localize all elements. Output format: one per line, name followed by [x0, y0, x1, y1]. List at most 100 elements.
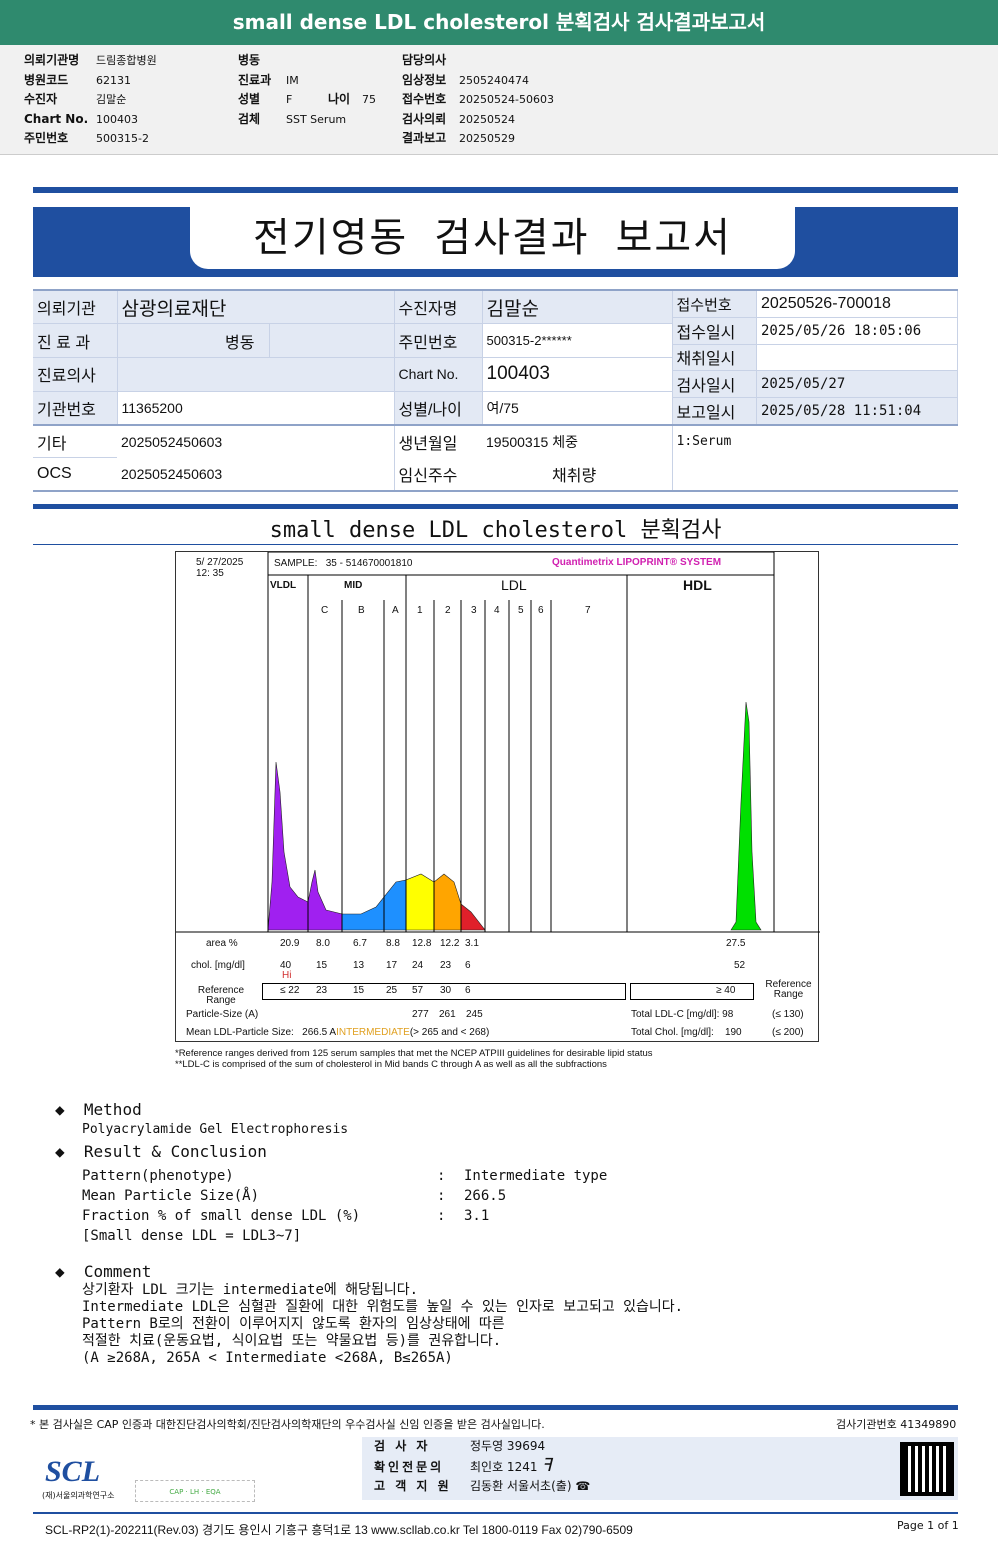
- label: 검체: [238, 111, 261, 126]
- page-number: Page 1 of 1: [897, 1519, 959, 1532]
- phone-icon: ☎: [575, 1479, 591, 1493]
- total-ldl-ref: (≤ 130): [772, 1009, 804, 1020]
- ward-value: [269, 323, 395, 358]
- accreditation-logos: CAP · LH · EQA: [135, 1480, 255, 1502]
- group-hdl: HDL: [683, 577, 712, 593]
- label: 임신주수: [394, 457, 482, 492]
- age-label: 나이: [328, 92, 351, 106]
- area-value: 3.1: [465, 938, 479, 949]
- collection-datetime: [756, 344, 958, 372]
- chol-value: 17: [386, 960, 398, 971]
- patient-name: 김말순: [482, 290, 673, 325]
- fraction-peak: [730, 701, 762, 931]
- area_hdl-value: 27.5: [726, 938, 746, 949]
- label: 주민번호: [24, 131, 69, 145]
- sample-id: 35 - 514670001810: [325, 558, 413, 569]
- divider: [33, 1512, 958, 1514]
- value: F: [286, 93, 293, 106]
- qr-code-icon[interactable]: [900, 1442, 954, 1496]
- run-time: 12: 35: [196, 568, 224, 579]
- age-value: 75: [362, 93, 376, 106]
- label: 접수번호: [402, 92, 447, 106]
- value: 김말순: [96, 93, 127, 106]
- total-chol-value: 190: [724, 1027, 742, 1038]
- label: Chart No.: [394, 357, 483, 392]
- total-chol-ref: (≤ 200): [772, 1027, 804, 1038]
- chol-value: 6: [465, 960, 471, 971]
- label: 보고일시: [672, 397, 757, 424]
- particle-size-label: Particle-Size (A): [186, 1009, 259, 1020]
- divider: [33, 187, 958, 193]
- label: 병동: [238, 53, 261, 67]
- institution-number: 11365200: [117, 391, 395, 426]
- label: 병동: [117, 323, 270, 358]
- info-col-1: 의뢰기관명 드림종합병원 병원코드 62131 수진자 김말순 Chart No. 10…: [24, 51, 157, 149]
- divider: [33, 504, 958, 509]
- label: Chart No.: [24, 111, 89, 126]
- value: 20250524-50603: [459, 93, 554, 106]
- etc-value: 2025052450603: [117, 424, 395, 458]
- ocs-value: 2025052450603: [117, 457, 395, 492]
- doctor-value: [117, 357, 395, 392]
- label: 생년월일: [398, 435, 458, 453]
- lipoprint-chart: 5/ 27/2025 12: 35 SAMPLE: 35 - 5146700018…: [175, 551, 820, 1042]
- run-date: 5/ 27/2025: [196, 557, 244, 568]
- result-label: Pattern(phenotype): [82, 1168, 234, 1184]
- mean-size-class: INTERMEDIATE: [336, 1027, 410, 1038]
- label: 검사일시: [672, 370, 757, 398]
- receipt-dates-block: 접수번호 20250526-700018 접수일시 2025/05/26 18:05…: [672, 290, 958, 426]
- tester: 정두영 39694: [470, 1439, 546, 1453]
- receipt-number: 20250526-700018: [756, 291, 958, 319]
- fraction-peak: [341, 896, 385, 931]
- area_label: area %: [206, 938, 238, 949]
- high-flag: Hi: [282, 970, 292, 981]
- label: 담당의사: [402, 53, 447, 67]
- lab-number: 검사기관번호 41349890: [836, 1418, 957, 1431]
- mean-size-value: 266.5 A: [302, 1027, 337, 1038]
- band-label: 4: [494, 605, 500, 616]
- label: 성별/나이: [394, 391, 483, 426]
- group-ldl: LDL: [501, 577, 527, 593]
- info-col-2: 병동 진료과 IM 성별 F 나이 75 검체 SST Serum: [238, 51, 376, 129]
- diamond-icon: ◆: [55, 1262, 65, 1281]
- label: 접수일시: [672, 317, 757, 345]
- band-label: 7: [585, 605, 591, 616]
- label: 성별: [238, 92, 261, 106]
- comment-line: 상기환자 LDL 크기는 intermediate에 해당됩니다.: [82, 1282, 419, 1298]
- customer-support: 김동환 서울서초(출): [470, 1479, 572, 1493]
- label: 채취량: [482, 457, 673, 492]
- result-row: Mean Particle Size(Å): 266.5: [82, 1186, 683, 1206]
- sample-label: SAMPLE:: [274, 558, 318, 569]
- label: 기관번호: [33, 391, 118, 426]
- address-line: SCL-RP2(1)-202211(Rev.03) 경기도 용인시 기흥구 흥덕…: [45, 1523, 633, 1537]
- label: 기타: [33, 424, 117, 459]
- request-info-panel: 의뢰기관명 드림종합병원 병원코드 62131 수진자 김말순 Chart No. 10…: [0, 45, 998, 155]
- ref-box-hdl: [630, 983, 754, 1000]
- ref-box-ldl: [262, 983, 626, 1000]
- comment-line: (A ≥268A, 265A < Intermediate <268A, B≤2…: [82, 1350, 453, 1366]
- label: 진 료 과: [33, 323, 118, 358]
- report-title: 전기영동 검사결과 보고서: [190, 207, 795, 269]
- comment-line: Pattern B로의 전환이 이루어지지 않도록 환자의 임상상태에 따른: [82, 1316, 505, 1332]
- value: 500315-2: [96, 132, 149, 145]
- total-chol-label: Total Chol. [mg/dl]:: [631, 1027, 714, 1038]
- colon: :: [437, 1168, 446, 1184]
- chart-number: 100403: [482, 357, 673, 392]
- label: 채취일시: [672, 344, 757, 372]
- particle-size-value: 277: [412, 1009, 429, 1020]
- label: 진료의사: [33, 357, 118, 392]
- result-row: Fraction % of small dense LDL (%): 3.1: [82, 1206, 683, 1226]
- receipt-datetime: 2025/05/26 18:05:06: [756, 317, 958, 345]
- label: 병원코드: [24, 72, 69, 87]
- report-header-title: small dense LDL cholesterol 분획검사 검사결과보고서: [0, 0, 998, 45]
- total-ldl-label: Total LDL-C [mg/dl]:: [631, 1009, 720, 1020]
- diamond-icon: ◆: [55, 1100, 65, 1119]
- value: 100403: [96, 112, 138, 126]
- confirming-physician: 최인호 1241: [470, 1460, 538, 1474]
- area-value: 8.8: [386, 938, 400, 949]
- particle-size-value: 245: [466, 1009, 483, 1020]
- result-note: [Small dense LDL = LDL3~7]: [82, 1228, 302, 1244]
- electrophoresis-plot: [176, 552, 820, 933]
- value: 드림종합병원: [96, 54, 157, 67]
- mean-size-range: (> 265 and < 268): [409, 1027, 490, 1038]
